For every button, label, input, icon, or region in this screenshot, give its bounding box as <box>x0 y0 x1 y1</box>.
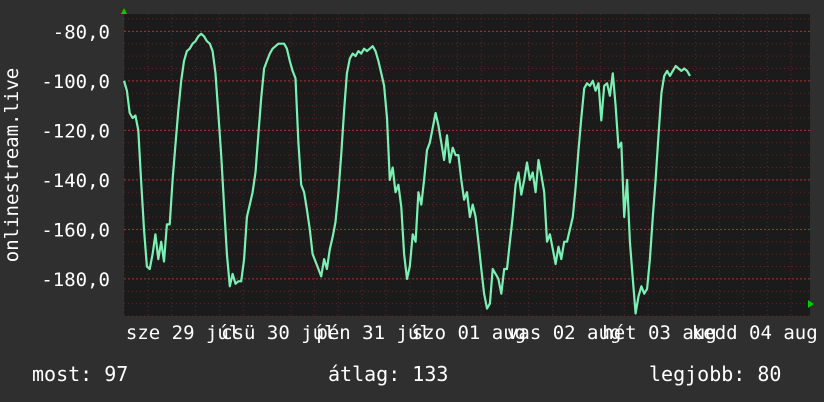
chart: -80,0 -100,0 -120,0 -140,0 -160,0 -180,0 sze … <box>1 8 818 344</box>
x-axis-arrow <box>808 300 814 308</box>
x-tick-label: kedd 04 aug <box>692 322 818 344</box>
y-tick-label: -160,0 <box>41 219 110 241</box>
stat-best: legjobb: 80 <box>649 362 782 386</box>
y-tick-label: -140,0 <box>41 170 110 192</box>
y-tick-label: -80,0 <box>53 21 110 43</box>
y-tick-label: -120,0 <box>41 120 110 142</box>
y-axis-label: onlinestream.live <box>1 68 23 262</box>
y-tick-label: -180,0 <box>41 269 110 291</box>
y-axis-arrow <box>121 8 127 14</box>
y-tick-label: -100,0 <box>41 71 110 93</box>
stat-average: átlag: 133 <box>328 362 449 386</box>
y-tick-labels: -80,0 -100,0 -120,0 -140,0 -160,0 -180,0 <box>41 21 110 291</box>
plot-background <box>124 14 810 316</box>
stat-current: most: 97 <box>32 362 129 386</box>
x-tick-labels: sze 29 júlcsü 30 júlpén 31 júlszo 01 aug… <box>126 322 818 344</box>
